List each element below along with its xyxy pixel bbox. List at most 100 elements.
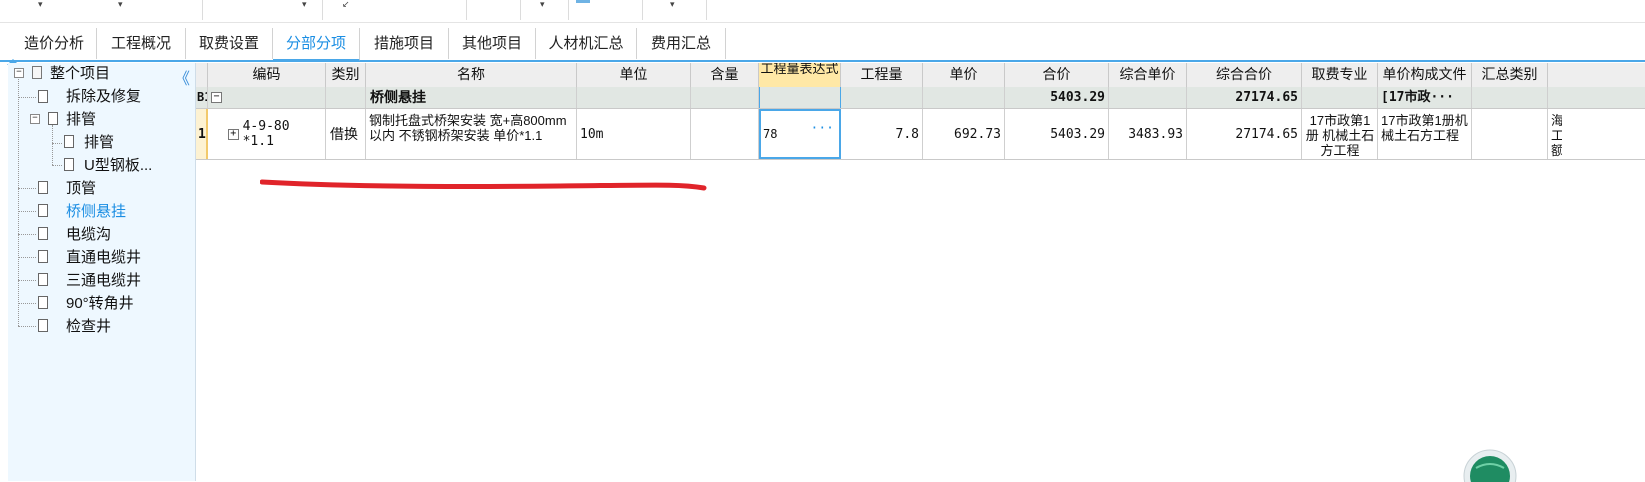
group-comp-unit-price-cell[interactable]	[1109, 87, 1187, 108]
ellipsis-icon[interactable]: ···	[811, 121, 834, 136]
toolbar-icon[interactable]	[576, 0, 590, 3]
group-name-cell[interactable]: 桥侧悬挂	[366, 87, 577, 108]
item-comp-unit-price-cell[interactable]: 3483.93	[1109, 109, 1187, 159]
tree-node-jacking[interactable]: 顶管	[66, 178, 96, 200]
dropdown-arrow-icon[interactable]: ▾	[540, 0, 545, 9]
red-underline-annotation	[260, 179, 707, 191]
group-fee-major-cell[interactable]	[1302, 87, 1378, 108]
column-header-price-file[interactable]: 单价构成文件	[1378, 63, 1472, 87]
dropdown-arrow-icon[interactable]: ▾	[38, 0, 43, 9]
tree-node-demolition[interactable]: 拆除及修复	[66, 86, 141, 108]
tree-node-corner-well[interactable]: 90°转角井	[66, 293, 134, 315]
item-summary-type-cell[interactable]	[1472, 109, 1548, 159]
document-icon	[38, 273, 48, 286]
column-header-comp-total[interactable]: 综合合价	[1187, 63, 1302, 87]
item-code-cell[interactable]: +4-9-80 *1.1	[208, 109, 326, 159]
tree-connector	[18, 303, 36, 304]
tree-connector	[52, 143, 62, 144]
tab-measures[interactable]: 措施项目	[360, 28, 449, 59]
item-type-cell[interactable]: 借换	[326, 109, 366, 159]
dropdown-arrow-icon[interactable]: ▾	[302, 0, 307, 9]
toolbar-strip: ▾ ▾ ▾ ↙ ▾ ▾	[0, 0, 1645, 23]
toolbar-separator	[568, 0, 569, 20]
tree-node-straight-well[interactable]: 直通电缆井	[66, 247, 141, 269]
item-fee-major-cell[interactable]: 17市政第1册 机械土石方工程	[1302, 109, 1378, 159]
column-header-total[interactable]: 合价	[1005, 63, 1109, 87]
document-icon	[64, 135, 74, 148]
tab-sub-items[interactable]: 分部分项	[273, 28, 360, 61]
floating-assistant-icon[interactable]	[1462, 442, 1522, 482]
column-header-fee-major[interactable]: 取费专业	[1302, 63, 1378, 87]
expand-toggle-icon[interactable]: +	[228, 128, 239, 140]
item-overflow-cell: 海工额	[1551, 113, 1562, 158]
collapse-toggle-icon[interactable]: −	[211, 92, 222, 103]
tree-node-pipe-sub[interactable]: 排管	[84, 132, 114, 154]
group-type-cell[interactable]	[326, 87, 366, 108]
column-header-summary-type[interactable]: 汇总类别	[1472, 63, 1548, 87]
tree-connector	[52, 125, 53, 165]
item-comp-total-cell[interactable]: 27174.65	[1187, 109, 1302, 159]
tree-node-inspection-well[interactable]: 检查井	[66, 316, 111, 338]
collapse-toggle-icon[interactable]: −	[14, 68, 24, 78]
group-summary-type-cell[interactable]	[1472, 87, 1548, 108]
document-icon	[38, 296, 48, 309]
group-qty-expr-cell[interactable]	[759, 87, 841, 108]
qty-expression-input[interactable]: 78 ···	[759, 109, 841, 159]
group-row-id: B1	[196, 87, 208, 108]
document-icon	[38, 319, 48, 332]
group-row[interactable]: B1 − 桥侧悬挂 5403.29 27174.65 [17市政···	[196, 87, 1645, 109]
column-header-content[interactable]: 含量	[691, 63, 759, 87]
dropdown-arrow-icon[interactable]: ▾	[670, 0, 675, 9]
column-header-qty[interactable]: 工程量	[841, 63, 923, 87]
column-header-unit[interactable]: 单位	[577, 63, 691, 87]
tab-fee-settings[interactable]: 取费设置	[186, 28, 273, 59]
item-unit-price-cell[interactable]: 692.73	[923, 109, 1005, 159]
tree-node-bridge-side[interactable]: 桥侧悬挂	[66, 201, 126, 223]
item-name-cell[interactable]: 钢制托盘式桥架安装 宽+高800mm以内 不锈钢桥架安装 单价*1.1	[366, 109, 577, 159]
tree-node-tee-well[interactable]: 三通电缆井	[66, 270, 141, 292]
tree-connector	[18, 257, 36, 258]
document-icon	[38, 204, 48, 217]
dropdown-arrow-icon[interactable]: ▾	[118, 0, 123, 9]
collapse-toggle-icon[interactable]: −	[30, 114, 40, 124]
group-total-cell[interactable]: 5403.29	[1005, 87, 1109, 108]
group-content-cell[interactable]	[691, 87, 759, 108]
tab-labor-material-summary[interactable]: 人材机汇总	[536, 28, 637, 59]
group-unit-cell[interactable]	[577, 87, 691, 108]
item-content-cell[interactable]	[691, 109, 759, 159]
tree-node-u-steel[interactable]: U型钢板...	[84, 155, 152, 177]
module-tab-bar: 造价分析 工程概况 取费设置 分部分项 措施项目 其他项目 人材机汇总 费用汇总	[0, 28, 1645, 65]
tree-node-cable-trench[interactable]: 电缆沟	[66, 224, 111, 246]
column-header-qty-expression[interactable]: 工程量表达式	[759, 63, 841, 87]
row-number: 1	[196, 109, 208, 159]
grid-header-row: 编码 类别 名称 单位 含量 工程量表达式 工程量 单价 合价 综合单价 综合合…	[196, 63, 1645, 88]
item-code: 4-9-80 *1.1	[242, 119, 290, 149]
column-header-code[interactable]: 编码	[208, 63, 326, 87]
tab-other-items[interactable]: 其他项目	[449, 28, 536, 59]
item-total-cell[interactable]: 5403.29	[1005, 109, 1109, 159]
collapse-panel-icon[interactable]: 《	[174, 65, 190, 89]
tab-fee-summary[interactable]: 费用汇总	[637, 28, 726, 59]
column-header-type[interactable]: 类别	[326, 63, 366, 87]
item-price-file-cell[interactable]: 17市政第1册机械土石方工程	[1378, 109, 1472, 159]
group-comp-total-cell[interactable]: 27174.65	[1187, 87, 1302, 108]
tree-root-node[interactable]: 整个项目	[50, 63, 110, 85]
toolbar-icon[interactable]: ↙	[342, 0, 350, 9]
column-header-name[interactable]: 名称	[366, 63, 577, 87]
item-unit-cell[interactable]: 10m	[577, 109, 691, 159]
tree-node-pipe[interactable]: 排管	[66, 109, 96, 131]
column-header-comp-unit-price[interactable]: 综合单价	[1109, 63, 1187, 87]
group-qty-cell[interactable]	[841, 87, 923, 108]
table-row[interactable]: 1 +4-9-80 *1.1 借换 钢制托盘式桥架安装 宽+高800mm以内 不…	[196, 109, 1645, 160]
tree-connector	[52, 165, 62, 166]
tree-connector	[18, 326, 36, 327]
group-unit-price-cell[interactable]	[923, 87, 1005, 108]
tab-project-overview[interactable]: 工程概况	[97, 28, 186, 59]
row-header-corner[interactable]	[196, 63, 208, 87]
group-collapse-cell[interactable]: −	[208, 87, 326, 108]
column-header-overflow	[1548, 63, 1645, 87]
column-header-unit-price[interactable]: 单价	[923, 63, 1005, 87]
item-qty-cell[interactable]: 7.8	[841, 109, 923, 159]
group-price-file-cell[interactable]: [17市政···	[1378, 87, 1472, 108]
tab-cost-analysis[interactable]: 造价分析	[12, 28, 97, 59]
